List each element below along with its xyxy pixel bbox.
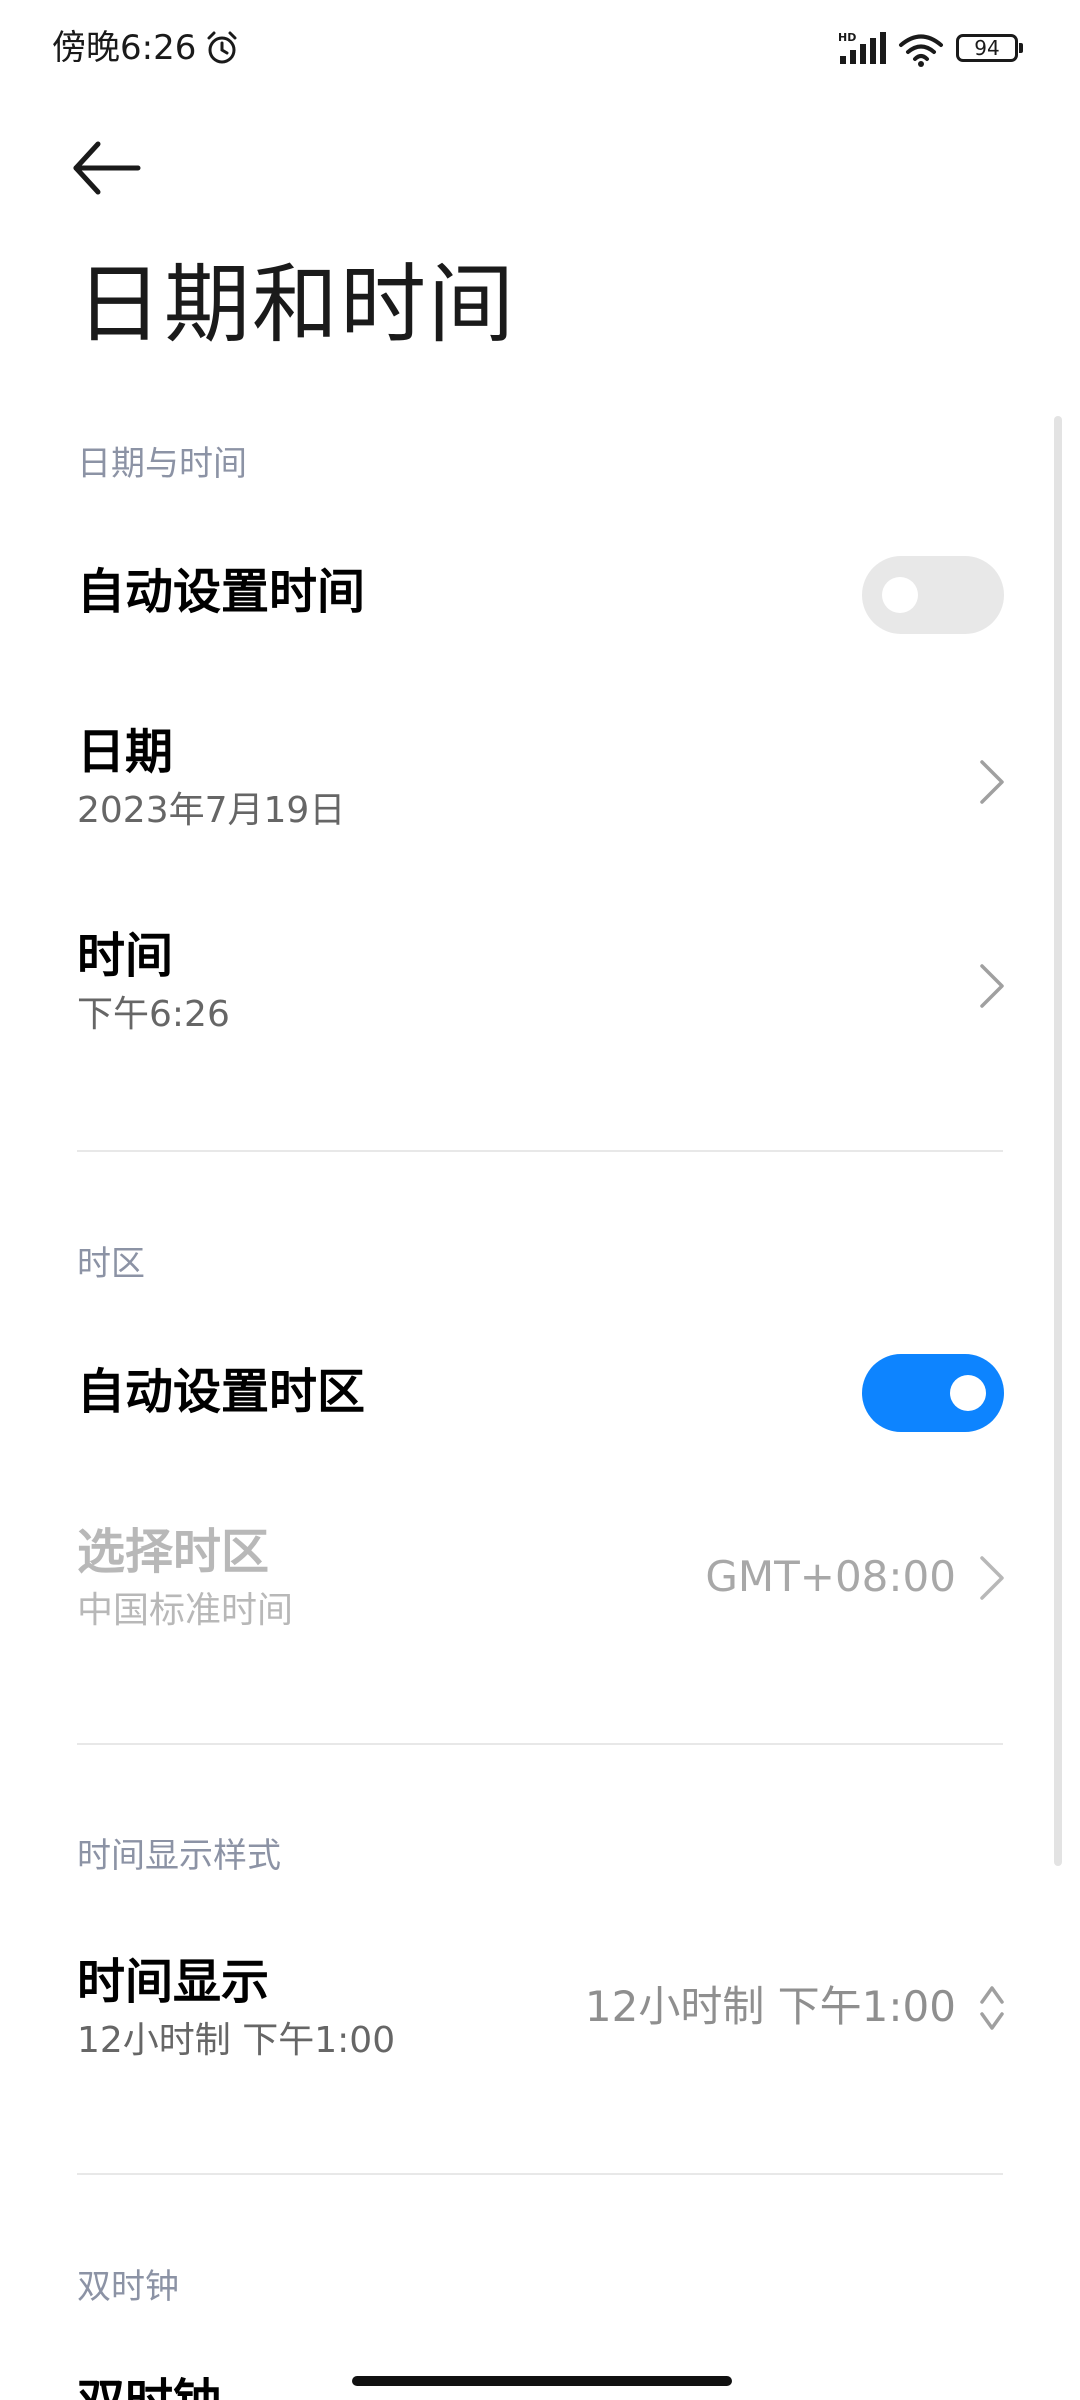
section-header-timezone: 时区 (77, 1244, 145, 1284)
divider (77, 1743, 1003, 1745)
date-label: 日期 (77, 724, 174, 780)
time-display-label: 时间显示 (77, 1954, 270, 2010)
time-display-subtitle: 12小时制 下午1:00 (77, 2020, 396, 2061)
battery-icon: 94 (956, 34, 1023, 62)
section-header-dual-clock: 双时钟 (77, 2267, 179, 2307)
dual-clock-label: 双时钟 (77, 2374, 221, 2400)
auto-timezone-label: 自动设置时区 (77, 1364, 366, 1420)
date-row[interactable]: 日期 2023年7月19日 (0, 710, 1080, 860)
status-bar: 傍晚6:26 HD 94 (0, 0, 1080, 96)
timezone-offset-value: GMT+08:00 (705, 1552, 956, 1601)
time-row[interactable]: 时间 下午6:26 (0, 914, 1080, 1064)
cellular-signal-icon: HD (838, 31, 886, 64)
section-header-date-time: 日期与时间 (77, 444, 247, 484)
status-time: 傍晚6:26 (52, 28, 197, 68)
section-header-time-format: 时间显示样式 (77, 1836, 281, 1876)
date-value: 2023年7月19日 (77, 790, 346, 831)
back-arrow-icon[interactable] (66, 130, 150, 206)
time-value: 下午6:26 (77, 994, 230, 1035)
auto-time-toggle[interactable] (862, 556, 1004, 634)
select-timezone-subtitle: 中国标准时间 (77, 1590, 294, 1631)
battery-level: 94 (974, 36, 1000, 60)
home-indicator[interactable] (352, 2376, 732, 2386)
chevron-up-down-icon (980, 1986, 1004, 2030)
chevron-right-icon (980, 964, 1004, 1008)
auto-timezone-row[interactable]: 自动设置时区 (0, 1338, 1080, 1448)
alarm-clock-icon (207, 31, 237, 64)
toggle-knob (950, 1375, 986, 1411)
time-display-value[interactable]: 12小时制 下午1:00 (585, 1982, 956, 2032)
auto-timezone-toggle[interactable] (862, 1354, 1004, 1432)
select-timezone-row: 选择时区 中国标准时间 GMT+08:00 (0, 1510, 1080, 1660)
select-timezone-label: 选择时区 (77, 1524, 270, 1580)
page-title: 日期和时间 (76, 255, 516, 355)
divider (77, 1150, 1003, 1152)
network-badge: HD (838, 31, 856, 44)
wifi-icon (899, 34, 943, 67)
time-label: 时间 (77, 928, 174, 984)
auto-time-row[interactable]: 自动设置时间 (0, 538, 1080, 648)
time-display-row[interactable]: 时间显示 12小时制 下午1:00 12小时制 下午1:00 (0, 1940, 1080, 2090)
toggle-knob (882, 577, 918, 613)
auto-time-label: 自动设置时间 (77, 564, 366, 620)
divider (77, 2173, 1003, 2175)
chevron-right-icon (980, 1556, 1004, 1600)
chevron-right-icon (980, 760, 1004, 804)
